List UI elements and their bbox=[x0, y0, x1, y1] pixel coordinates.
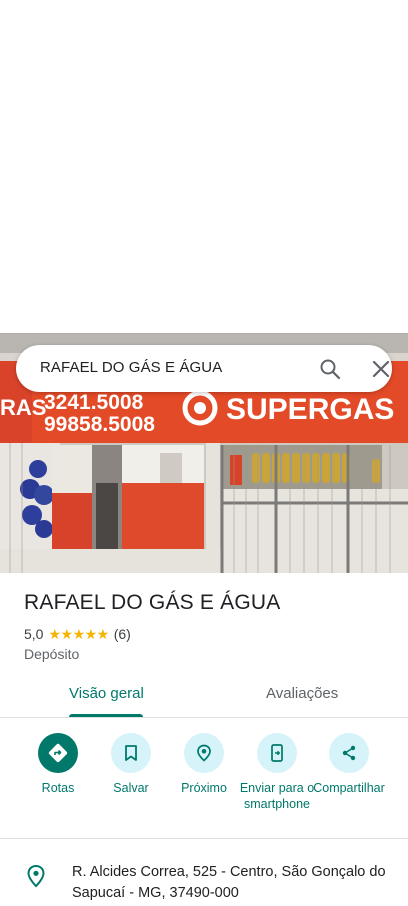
nearby-button[interactable]: Próximo bbox=[164, 731, 244, 796]
location-pin-icon bbox=[26, 864, 46, 888]
tab-bar: Visão geral Avaliações bbox=[0, 674, 408, 718]
directions-button[interactable]: Rotas bbox=[18, 731, 98, 796]
place-category: Depósito bbox=[24, 646, 80, 662]
sign-text-left: RAS bbox=[0, 395, 46, 420]
bookmark-icon bbox=[111, 733, 151, 773]
place-title: RAFAEL DO GÁS E ÁGUA bbox=[24, 591, 281, 614]
directions-label: Rotas bbox=[41, 781, 75, 795]
share-label: Compartilhar bbox=[313, 781, 385, 795]
nearby-label: Próximo bbox=[181, 781, 227, 795]
section-divider bbox=[0, 838, 408, 839]
address-row[interactable]: R. Alcides Correa, 525 - Centro, São Gon… bbox=[0, 860, 408, 906]
sign-phone-1: 3241.5008 bbox=[44, 391, 144, 414]
send-to-phone-icon bbox=[257, 733, 297, 773]
send-to-phone-button[interactable]: Enviar para o smartphone bbox=[237, 731, 317, 812]
search-bar[interactable]: RAFAEL DO GÁS E ÁGUA bbox=[16, 345, 392, 392]
send-to-phone-label: Enviar para o smartphone bbox=[239, 781, 315, 811]
share-button[interactable]: Compartilhar bbox=[309, 731, 389, 796]
tab-reviews[interactable]: Avaliações bbox=[266, 685, 338, 702]
close-icon[interactable] bbox=[369, 357, 393, 381]
search-icon[interactable] bbox=[318, 357, 342, 381]
search-query[interactable]: RAFAEL DO GÁS E ÁGUA bbox=[40, 359, 222, 376]
share-icon bbox=[329, 733, 369, 773]
sign-brand: SUPERGAS bbox=[226, 393, 394, 426]
action-buttons: Rotas Salvar Próximo Enviar para o smart… bbox=[0, 731, 408, 837]
review-count[interactable]: (6) bbox=[114, 626, 131, 642]
rating-row[interactable]: 5,0 ★★★★★ (6) bbox=[24, 625, 131, 643]
sign-phone-2: 99858.5008 bbox=[44, 413, 155, 436]
tab-overview[interactable]: Visão geral bbox=[69, 685, 144, 702]
rating-value: 5,0 bbox=[24, 626, 44, 642]
address-text: R. Alcides Correa, 525 - Centro, São Gon… bbox=[72, 864, 386, 901]
directions-icon bbox=[38, 733, 78, 773]
save-label: Salvar bbox=[113, 781, 149, 795]
tab-selected-indicator bbox=[69, 714, 143, 717]
star-rating-icon: ★★★★★ bbox=[48, 625, 109, 642]
map-blank-area bbox=[0, 0, 408, 333]
save-button[interactable]: Salvar bbox=[91, 731, 171, 796]
nearby-icon bbox=[184, 733, 224, 773]
